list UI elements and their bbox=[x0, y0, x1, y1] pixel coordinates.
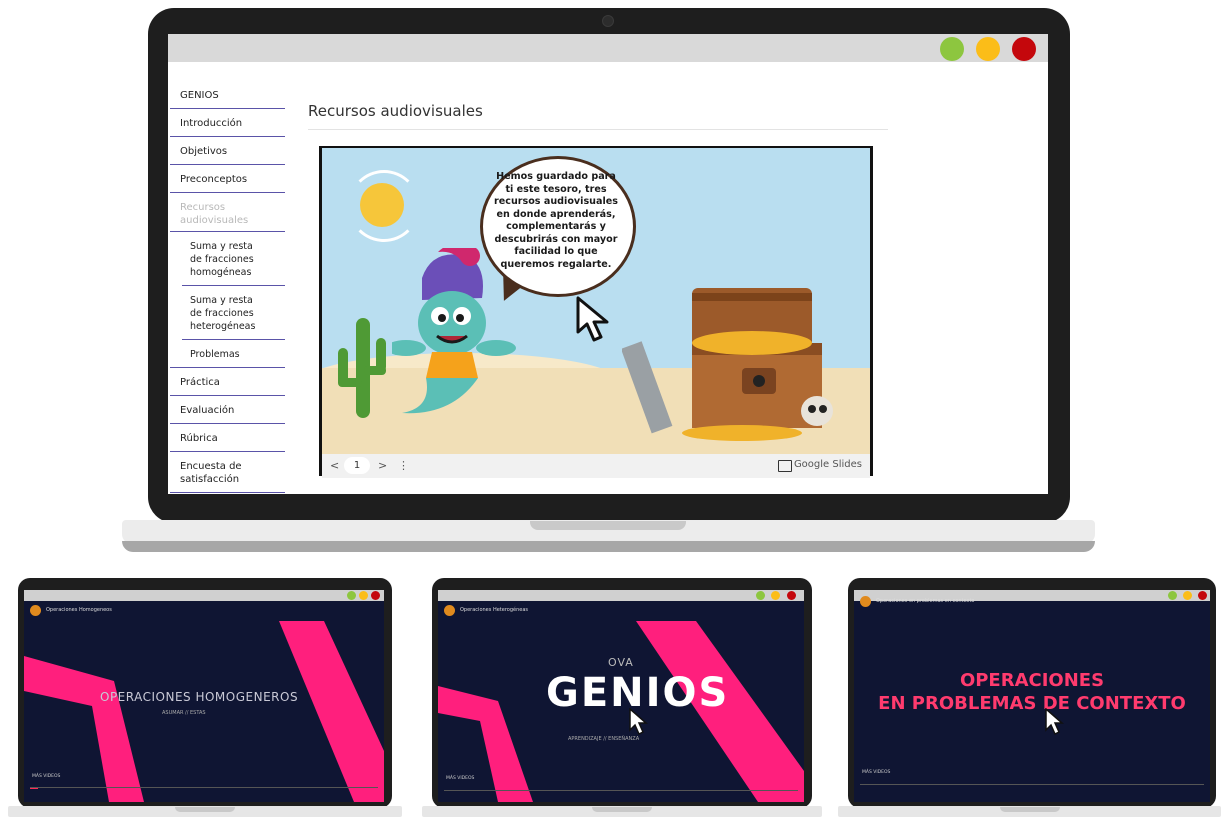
slides-next-button[interactable]: > bbox=[378, 459, 387, 472]
sidebar-item-problemas[interactable]: Problemas bbox=[170, 340, 285, 368]
laptop-screen: GENIOS Introducción Objetivos Preconcept… bbox=[168, 34, 1048, 494]
video-subheadline: APRENDIZAJE // ENSEÑANZA bbox=[568, 736, 640, 742]
window-minimize-button[interactable] bbox=[756, 591, 765, 600]
video-headline-line1: OPERACIONES bbox=[959, 670, 1105, 691]
video-pre-headline: OVA bbox=[608, 656, 634, 669]
sidebar-item-suma-resta-homogeneas[interactable]: Suma y resta de fracciones homogéneas bbox=[170, 232, 265, 285]
sidebar-item-practica[interactable]: Práctica bbox=[170, 368, 285, 396]
laptop-base-shadow bbox=[122, 541, 1095, 552]
sidebar-item-evaluacion[interactable]: Evaluación bbox=[170, 396, 285, 424]
more-videos-label[interactable]: MÁS VIDEOS bbox=[446, 776, 474, 781]
video-laptop-2-notch bbox=[592, 807, 652, 812]
sidebar-item-introduccion[interactable]: Introducción bbox=[170, 109, 285, 137]
laptop-notch bbox=[530, 521, 686, 530]
window-close-button[interactable] bbox=[787, 591, 796, 600]
pointer-cursor-icon bbox=[576, 296, 609, 342]
more-videos-label[interactable]: MÁS VIDEOS bbox=[32, 774, 60, 779]
slides-toolbar: < 1 > ⋮ Google Slides bbox=[322, 454, 870, 478]
sidebar-item-objetivos[interactable]: Objetivos bbox=[170, 137, 285, 165]
title-divider bbox=[308, 129, 888, 130]
window-maximize-button[interactable] bbox=[771, 591, 780, 600]
slide-canvas[interactable]: Hemos guardado para ti este tesoro, tres… bbox=[322, 148, 870, 454]
window-maximize-button[interactable] bbox=[1183, 591, 1192, 600]
window-minimize-button[interactable] bbox=[347, 591, 356, 600]
sidebar-item-genios[interactable]: GENIOS bbox=[170, 86, 285, 109]
window-close-button[interactable] bbox=[1012, 37, 1036, 61]
slides-menu-button[interactable]: ⋮ bbox=[398, 459, 409, 472]
video-laptop-1-notch bbox=[175, 807, 235, 812]
slides-page-number[interactable]: 1 bbox=[344, 457, 370, 474]
google-slides-link[interactable]: Google Slides bbox=[794, 459, 862, 470]
speech-bubble-text: Hemos guardado para ti este tesoro, tres… bbox=[494, 171, 618, 270]
channel-avatar-icon[interactable] bbox=[860, 596, 871, 607]
video-laptop-3-notch bbox=[1000, 807, 1060, 812]
window-close-button[interactable] bbox=[1198, 591, 1207, 600]
sidebar-nav: GENIOS Introducción Objetivos Preconcept… bbox=[170, 86, 285, 493]
page-title: Recursos audiovisuales bbox=[308, 102, 483, 120]
webcam bbox=[602, 15, 614, 27]
treasure-chest-illustration bbox=[622, 288, 833, 441]
video-subheadline: ASUMAR // ESTAS bbox=[162, 710, 206, 716]
window-titlebar bbox=[24, 590, 384, 601]
video-progress-track[interactable] bbox=[30, 787, 378, 788]
video-headline-line2: EN PROBLEMAS DE CONTEXTO bbox=[878, 693, 1186, 714]
pointer-cursor-icon bbox=[1045, 708, 1064, 736]
window-minimize-button[interactable] bbox=[940, 37, 964, 61]
google-slides-icon bbox=[778, 460, 792, 472]
sidebar-item-rubrica[interactable]: Rúbrica bbox=[170, 424, 285, 452]
window-close-button[interactable] bbox=[371, 591, 380, 600]
video-player-3[interactable]: Operaciones en problemas en contexto OPE… bbox=[854, 590, 1210, 802]
window-minimize-button[interactable] bbox=[1168, 591, 1177, 600]
pointer-cursor-icon bbox=[629, 708, 648, 736]
window-maximize-button[interactable] bbox=[359, 591, 368, 600]
video-progress-track[interactable] bbox=[860, 784, 1204, 785]
window-titlebar bbox=[168, 34, 1048, 62]
video-headline: OPERACIONES HOMOGENEROS bbox=[100, 690, 299, 704]
video-player-2[interactable]: Operaciones Heterogéneas OVA GENIOS APRE… bbox=[438, 590, 804, 802]
sidebar-item-preconceptos[interactable]: Preconceptos bbox=[170, 165, 285, 193]
sidebar-item-recursos-audiovisuales[interactable]: Recursos audiovisuales bbox=[170, 193, 250, 233]
cactus-illustration bbox=[338, 318, 386, 418]
slides-prev-button[interactable]: < bbox=[330, 459, 339, 472]
sun-icon bbox=[360, 183, 404, 227]
video-title[interactable]: Operaciones en problemas en contexto bbox=[876, 598, 974, 604]
window-titlebar bbox=[438, 590, 804, 601]
sidebar-item-encuesta[interactable]: Encuesta de satisfacción bbox=[170, 452, 260, 492]
sidebar-item-suma-resta-heterogeneas[interactable]: Suma y resta de fracciones heterogéneas bbox=[170, 286, 265, 339]
more-videos-label[interactable]: MÁS VIDEOS bbox=[862, 770, 890, 775]
video-progress-track[interactable] bbox=[444, 790, 798, 791]
video-player-1[interactable]: Operaciones Homogeneos OPERACIONES HOMOG… bbox=[24, 590, 384, 802]
window-maximize-button[interactable] bbox=[976, 37, 1000, 61]
